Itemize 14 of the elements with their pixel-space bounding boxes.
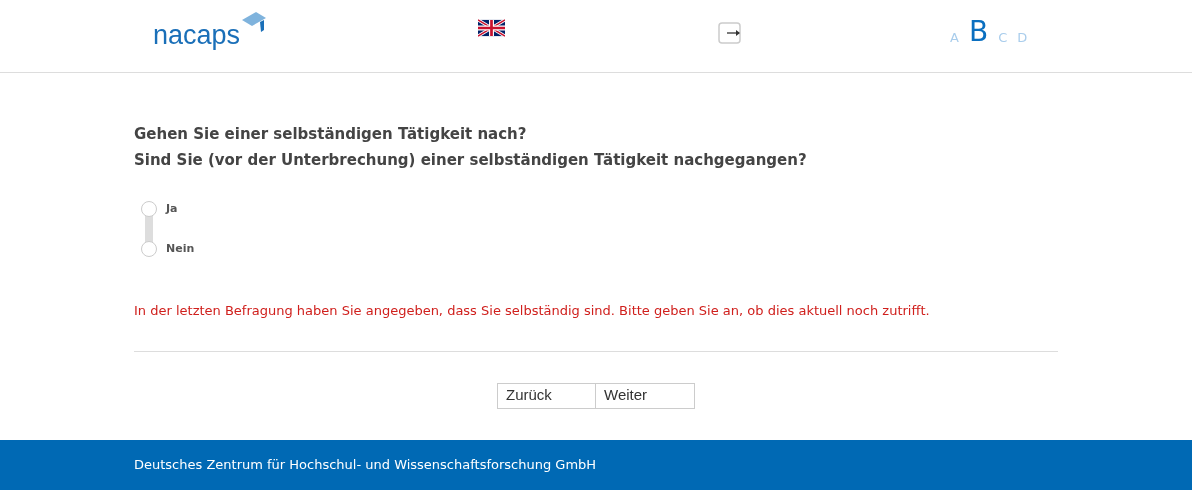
option-label[interactable]: Ja	[166, 200, 178, 218]
question-text: Gehen Sie einer selbständigen Tätigkeit nach?	[134, 124, 528, 145]
back-button[interactable]: Zurück	[497, 382, 596, 409]
next-button[interactable]: Weiter	[596, 382, 695, 409]
radio-button[interactable]	[141, 201, 157, 217]
radio-button[interactable]	[141, 241, 157, 257]
footer-text: Deutsches Zentrum für Hochschul- und Wissenschaftsforschung GmbH	[134, 456, 597, 475]
option-label[interactable]: Nein	[166, 240, 195, 258]
font-size-option[interactable]: B	[968, 18, 989, 46]
hint-text: In der letzten Befragung haben Sie angegeben, dass Sie selbständig sind. Bitte geben Sie an, ob dies aktuell noch zutrifft.	[134, 302, 931, 320]
logo-text[interactable]: nacaps	[153, 22, 241, 49]
question-text: Sind Sie (vor der Unterbrechung) einer selbständigen Tätigkeit nachgegangen?	[134, 150, 808, 171]
flag-icon[interactable]	[478, 19, 505, 37]
logout-icon[interactable]	[718, 22, 741, 44]
